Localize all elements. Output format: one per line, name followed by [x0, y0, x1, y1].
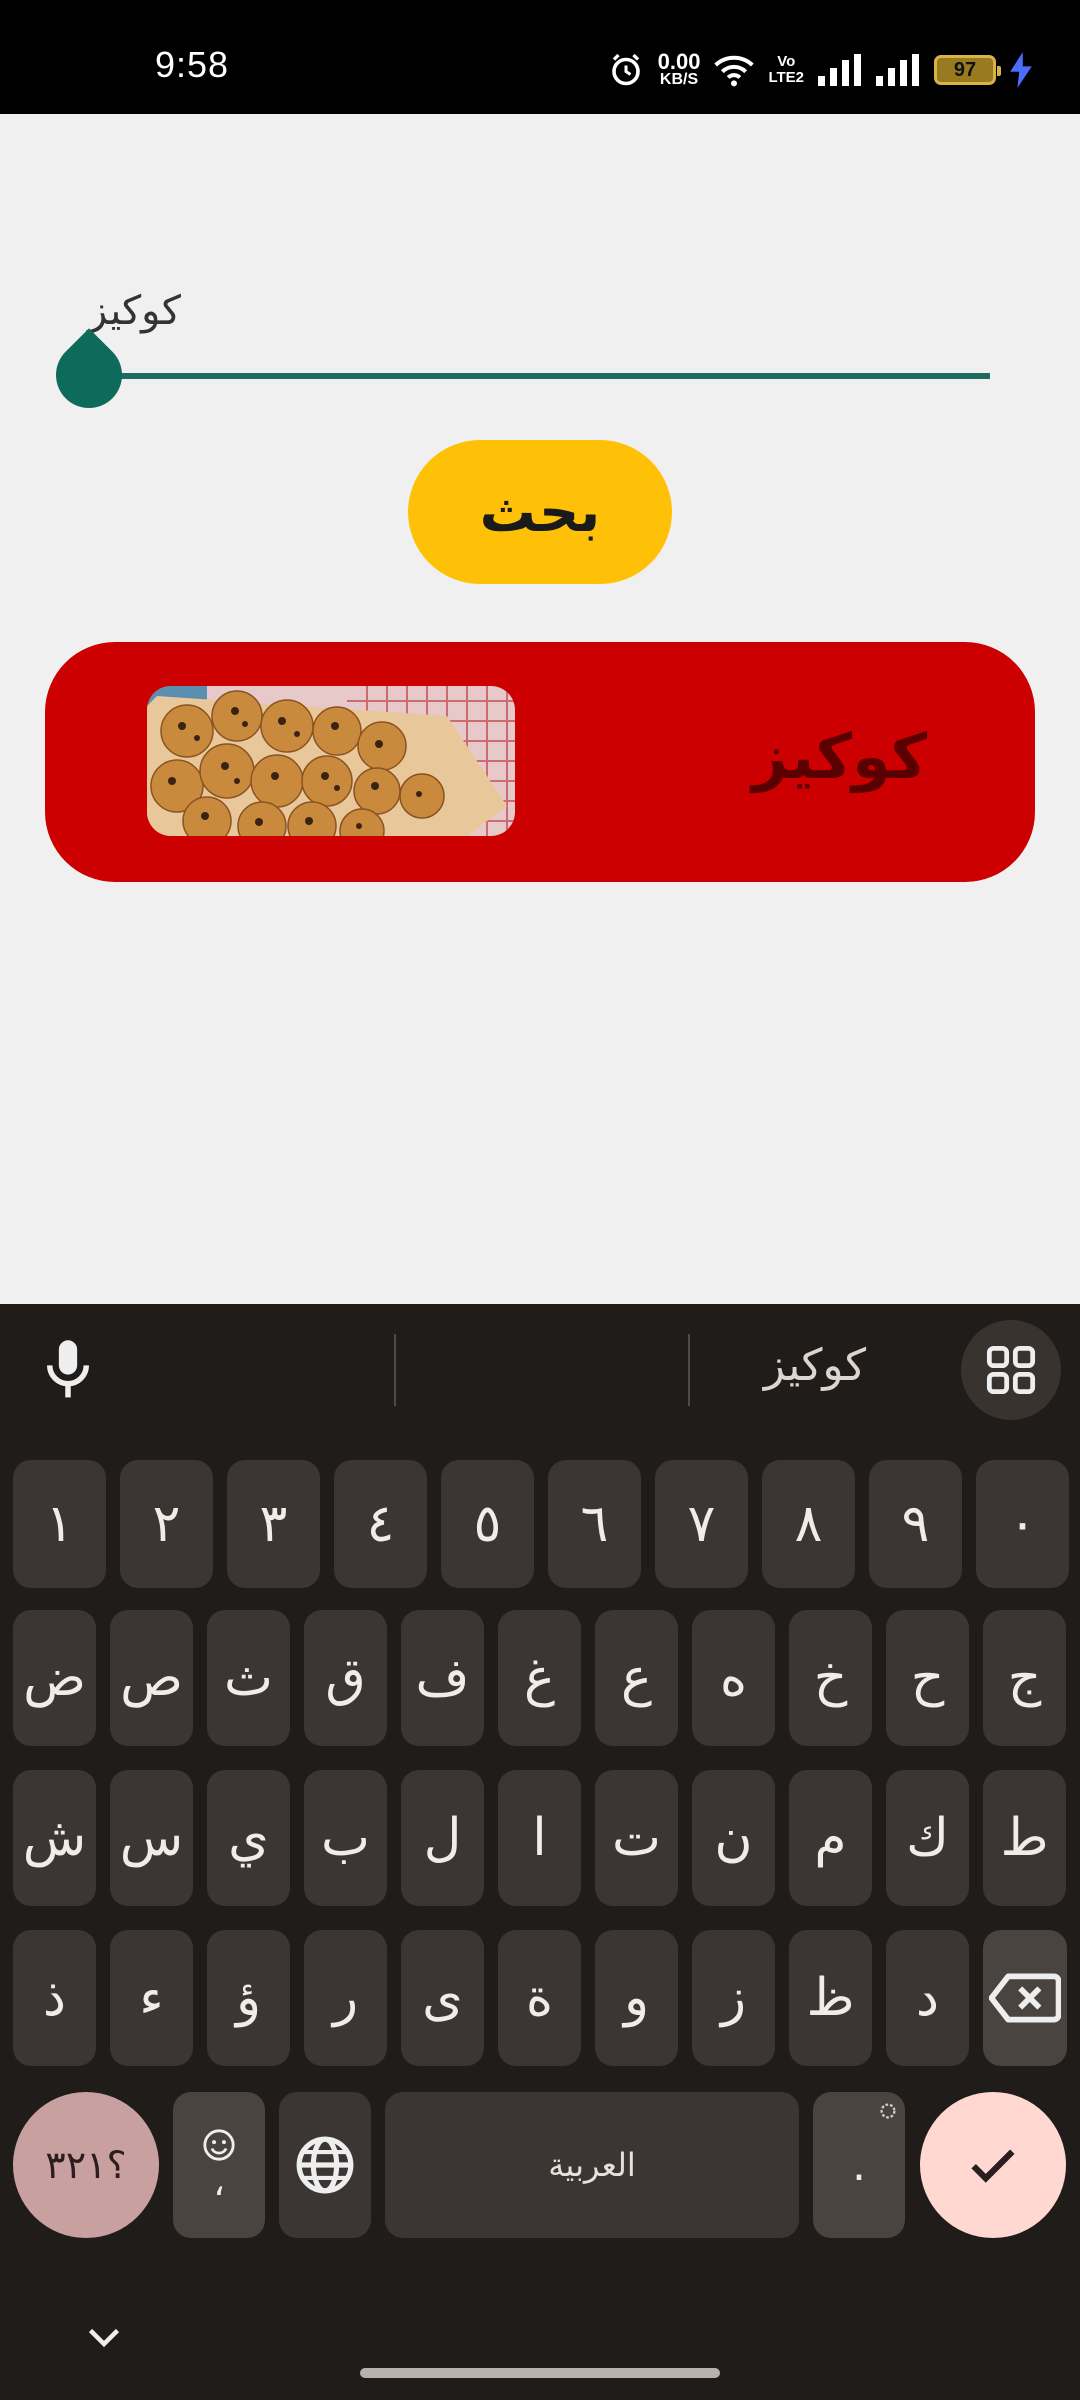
key-row2-4[interactable]: ف	[401, 1610, 484, 1746]
charging-icon	[1010, 52, 1032, 88]
network-speed: 0.00 KB/S	[658, 51, 701, 88]
text-cursor-handle[interactable]	[42, 328, 136, 422]
key-number-row-9[interactable]: ٠	[976, 1460, 1069, 1588]
key-number-row-8[interactable]: ٩	[869, 1460, 962, 1588]
signal-icon-sim1	[818, 54, 861, 86]
symbols-key[interactable]: ؟٣٢١	[13, 2092, 159, 2238]
key-row4-2[interactable]: ؤ	[207, 1930, 290, 2066]
key-number-row-5[interactable]: ٦	[548, 1460, 641, 1588]
emoji-icon	[203, 2129, 235, 2161]
result-title: كوكيز	[752, 720, 927, 793]
key-row4-4[interactable]: ى	[401, 1930, 484, 2066]
period-label: .	[852, 2139, 866, 2191]
backspace-icon	[989, 1973, 1061, 2023]
key-row2-6[interactable]: ع	[595, 1610, 678, 1746]
battery-icon: 97	[934, 55, 1001, 85]
backspace-key[interactable]	[983, 1930, 1067, 2066]
grid-icon	[986, 1345, 1036, 1395]
key-number-row-1[interactable]: ٢	[120, 1460, 213, 1588]
volte-label: Vo	[777, 53, 796, 70]
key-number-row-7[interactable]: ٨	[762, 1460, 855, 1588]
status-time: 9:58	[155, 44, 230, 85]
key-row4-0[interactable]: ذ	[13, 1930, 96, 2066]
key-row2-1[interactable]: ص	[110, 1610, 193, 1746]
key-row2-5[interactable]: غ	[498, 1610, 581, 1746]
key-row3-9[interactable]: ك	[886, 1770, 969, 1906]
suggestion-divider	[394, 1334, 396, 1406]
wifi-icon	[714, 55, 755, 87]
key-row2-9[interactable]: ح	[886, 1610, 969, 1746]
key-row4-9[interactable]: د	[886, 1930, 969, 2066]
enter-key[interactable]	[920, 2092, 1066, 2238]
key-row3-8[interactable]: م	[789, 1770, 872, 1906]
result-card[interactable]: كوكيز	[45, 642, 1035, 882]
key-number-row-0[interactable]: ١	[13, 1460, 106, 1588]
key-row3-3[interactable]: ب	[304, 1770, 387, 1906]
settings-gear-icon	[880, 2103, 896, 2119]
key-row4-1[interactable]: ء	[110, 1930, 193, 2066]
checkmark-icon	[971, 2149, 1015, 2183]
key-row2-7[interactable]: ه	[692, 1610, 775, 1746]
period-key[interactable]: .	[813, 2092, 905, 2238]
chevron-down-icon[interactable]	[86, 2326, 122, 2350]
key-row3-0[interactable]: ش	[13, 1770, 96, 1906]
microphone-icon[interactable]	[40, 1338, 96, 1402]
search-button[interactable]: بحث	[408, 440, 672, 584]
key-row4-8[interactable]: ظ	[789, 1930, 872, 2066]
key-row4-7[interactable]: ز	[692, 1930, 775, 2066]
app-screen: كوكيز بحث كوكيز	[0, 114, 1080, 1304]
comma-label: ،	[213, 2163, 225, 2204]
status-icons: 0.00 KB/S Vo LTE2 97	[608, 48, 1032, 92]
key-number-row-2[interactable]: ٣	[227, 1460, 320, 1588]
key-row4-5[interactable]: ة	[498, 1930, 581, 2066]
key-row2-2[interactable]: ث	[207, 1610, 290, 1746]
key-row3-10[interactable]: ط	[983, 1770, 1066, 1906]
navigation-handle[interactable]	[360, 2368, 720, 2378]
globe-icon	[296, 2136, 354, 2194]
battery-level: 97	[953, 59, 977, 81]
suggestion-word[interactable]: كوكيز	[690, 1340, 940, 1391]
key-number-row-4[interactable]: ٥	[441, 1460, 534, 1588]
cookies-image	[147, 686, 515, 836]
key-row2-3[interactable]: ق	[304, 1610, 387, 1746]
key-row2-10[interactable]: ج	[983, 1610, 1066, 1746]
network-speed-unit: KB/S	[659, 71, 699, 88]
search-input[interactable]: كوكيز	[88, 288, 181, 334]
key-row3-2[interactable]: ي	[207, 1770, 290, 1906]
volte-indicator: Vo LTE2	[768, 54, 804, 86]
language-key[interactable]	[279, 2092, 371, 2238]
key-row3-6[interactable]: ت	[595, 1770, 678, 1906]
key-row3-4[interactable]: ل	[401, 1770, 484, 1906]
search-input-underline	[90, 373, 990, 379]
key-number-row-3[interactable]: ٤	[334, 1460, 427, 1588]
status-bar: 9:58 0.00 KB/S Vo LTE2 97	[0, 0, 1080, 114]
keyboard-apps-button[interactable]	[961, 1320, 1061, 1420]
key-row4-3[interactable]: ر	[304, 1930, 387, 2066]
keyboard: كوكيز ١٢٣٤٥٦٧٨٩٠ ضصثقفغعهخحج شسيبلاتنمكط…	[0, 1304, 1080, 2400]
alarm-icon	[611, 53, 640, 86]
key-number-row-6[interactable]: ٧	[655, 1460, 748, 1588]
signal-icon-sim2	[876, 54, 919, 86]
space-key[interactable]: العربية	[385, 2092, 799, 2238]
key-row4-6[interactable]: و	[595, 1930, 678, 2066]
key-row3-5[interactable]: ا	[498, 1770, 581, 1906]
lte-label: LTE2	[768, 69, 804, 86]
key-row2-8[interactable]: خ	[789, 1610, 872, 1746]
suggestion-bar: كوكيز	[0, 1304, 1080, 1434]
key-row2-0[interactable]: ض	[13, 1610, 96, 1746]
key-row3-7[interactable]: ن	[692, 1770, 775, 1906]
emoji-comma-key[interactable]: ،	[173, 2092, 265, 2238]
key-row3-1[interactable]: س	[110, 1770, 193, 1906]
